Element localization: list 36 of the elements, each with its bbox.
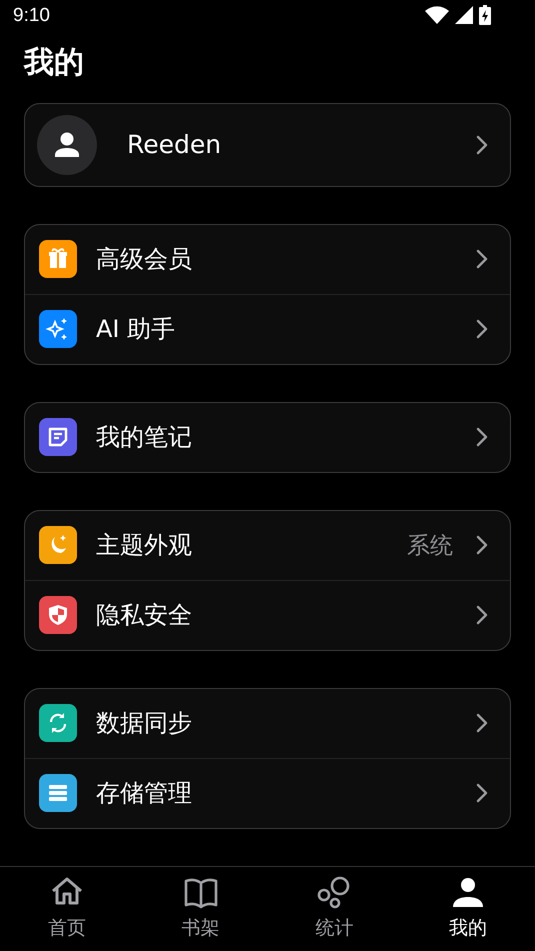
menu-label: 存储管理	[96, 778, 193, 810]
menu-item[interactable]: 高级会员	[25, 224, 510, 294]
menu-label: 隐私安全	[96, 600, 193, 632]
menu-value: 系统	[407, 532, 453, 561]
tab-item[interactable]: 首页	[0, 866, 134, 951]
chevron-icon	[476, 134, 488, 155]
menu-label: 高级会员	[96, 244, 193, 276]
menu-label: 数据同步	[96, 708, 193, 740]
status-time: 9:10	[13, 6, 50, 25]
tab-item[interactable]: 书架	[134, 866, 268, 951]
menu-label: AI 助手	[96, 314, 176, 346]
menu-label: 主题外观	[96, 530, 193, 562]
menu-label: 我的笔记	[96, 422, 193, 454]
menu-item[interactable]: 主题外观 系统	[25, 510, 510, 580]
bubbles-icon	[316, 874, 352, 911]
chevron-icon	[476, 249, 488, 270]
chevron-icon	[476, 427, 488, 448]
menu-item[interactable]: 隐私安全	[25, 580, 510, 650]
signal-icon	[455, 6, 473, 24]
menu-item[interactable]: 我的笔记	[25, 402, 510, 472]
menu-item[interactable]: 存储管理	[25, 758, 510, 828]
menu-item[interactable]: AI 助手	[25, 294, 510, 364]
battery-icon	[479, 5, 491, 26]
menu-item[interactable]: 数据同步	[25, 688, 510, 758]
tab-item[interactable]: 我的	[401, 866, 535, 951]
tab-item[interactable]: 统计	[268, 866, 402, 951]
page-title: 我的	[24, 44, 84, 81]
chevron-icon	[476, 319, 488, 340]
chevron-icon	[476, 605, 488, 626]
avatar-icon	[37, 114, 97, 175]
chevron-icon	[476, 783, 488, 804]
chevron-icon	[476, 535, 488, 556]
chevron-icon	[476, 713, 488, 734]
profile-card[interactable]: Reeden	[24, 102, 511, 187]
wifi-icon	[425, 6, 449, 24]
profile-name: Reeden	[127, 130, 222, 160]
